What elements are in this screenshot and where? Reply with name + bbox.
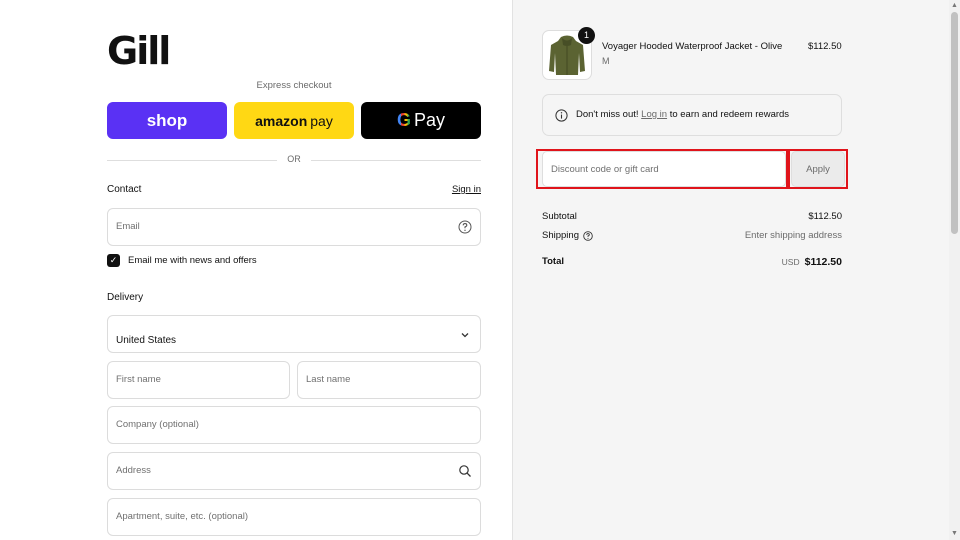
first-name-field[interactable]: First name [107, 361, 290, 399]
delivery-heading: Delivery [107, 292, 144, 303]
total-amount: USD $112.50 [782, 256, 842, 268]
marketing-opt-in-label: Email me with news and offers [128, 254, 257, 266]
first-name-placeholder: First name [116, 374, 161, 385]
shipping-value: Enter shipping address [744, 230, 842, 241]
shipping-label-group: Shipping [542, 230, 593, 241]
marketing-opt-in[interactable]: ✓ Email me with news and offers [107, 253, 257, 267]
last-name-placeholder: Last name [306, 374, 351, 385]
country-select[interactable]: United States [107, 315, 481, 353]
country-value: United States [116, 335, 177, 346]
google-pay-label: Pay [413, 110, 446, 130]
scrollbar-thumb[interactable] [951, 12, 958, 234]
address-placeholder: Address [116, 465, 151, 476]
shop-pay-button[interactable]: shop [107, 102, 227, 139]
total-currency: USD [781, 257, 800, 267]
subtotal-label: Subtotal [542, 211, 577, 222]
total-row: Total USD $112.50 [542, 256, 842, 270]
amazon-pay-button[interactable]: amazon pay [234, 102, 354, 139]
company-placeholder: Company (optional) [116, 419, 199, 430]
quantity-badge: 1 [578, 27, 595, 44]
total-value: $112.50 [804, 256, 842, 268]
discount-code-input[interactable] [542, 151, 786, 187]
last-name-field[interactable]: Last name [297, 361, 481, 399]
amazon-pay-label: amazon [255, 112, 308, 129]
product-price: $112.50 [808, 41, 842, 52]
google-pay-button[interactable]: G Pay [361, 102, 481, 139]
scroll-down-icon[interactable]: ▼ [949, 528, 960, 540]
scroll-up-icon[interactable]: ▲ [949, 0, 960, 12]
email-field[interactable]: Email [107, 208, 481, 246]
amazon-pay-label-suffix: pay [310, 112, 333, 129]
rewards-suffix: to earn and redeem rewards [667, 109, 790, 120]
help-circle-icon[interactable] [458, 220, 472, 234]
rewards-login-link[interactable]: Log in [641, 109, 667, 120]
apartment-field[interactable]: Apartment, suite, etc. (optional) [107, 498, 481, 536]
shipping-label: Shipping [542, 230, 579, 241]
express-checkout-label: Express checkout [256, 80, 332, 91]
shop-pay-label: shop [146, 110, 188, 130]
shipping-row: Shipping Enter shipping address [542, 230, 842, 244]
subtotal-value: $112.50 [808, 211, 842, 222]
rewards-prefix: Don't miss out! [576, 109, 642, 120]
sign-in-link[interactable]: Sign in [452, 184, 481, 195]
search-icon [459, 465, 471, 477]
page-scrollbar[interactable]: ▲ ▼ [949, 0, 960, 540]
product-variant: M [602, 56, 610, 66]
or-divider: OR [107, 154, 481, 166]
checkbox-checked-icon[interactable]: ✓ [107, 253, 120, 267]
total-label: Total [542, 256, 564, 267]
or-text: OR [287, 154, 301, 164]
product-name: Voyager Hooded Waterproof Jacket - Olive [602, 41, 783, 52]
checkout-form-panel: Gill Express checkout shop amazon pay G Pa… [0, 0, 512, 540]
email-placeholder: Email [116, 221, 140, 232]
address-field[interactable]: Address [107, 452, 481, 490]
apartment-placeholder: Apartment, suite, etc. (optional) [116, 511, 249, 522]
info-icon [555, 109, 568, 122]
rewards-text: Don't miss out! Log in to earn and redee… [576, 109, 789, 120]
google-g-icon: G [396, 110, 411, 130]
company-field[interactable]: Company (optional) [107, 406, 481, 444]
shipping-help-icon[interactable] [583, 230, 593, 241]
gill-logo[interactable]: Gill [107, 32, 171, 70]
rewards-banner: Don't miss out! Log in to earn and redee… [542, 94, 842, 136]
chevron-down-icon [461, 333, 469, 338]
contact-heading: Contact [107, 184, 142, 195]
apply-discount-button[interactable]: Apply [791, 151, 845, 187]
subtotal-row: Subtotal $112.50 [542, 211, 842, 225]
